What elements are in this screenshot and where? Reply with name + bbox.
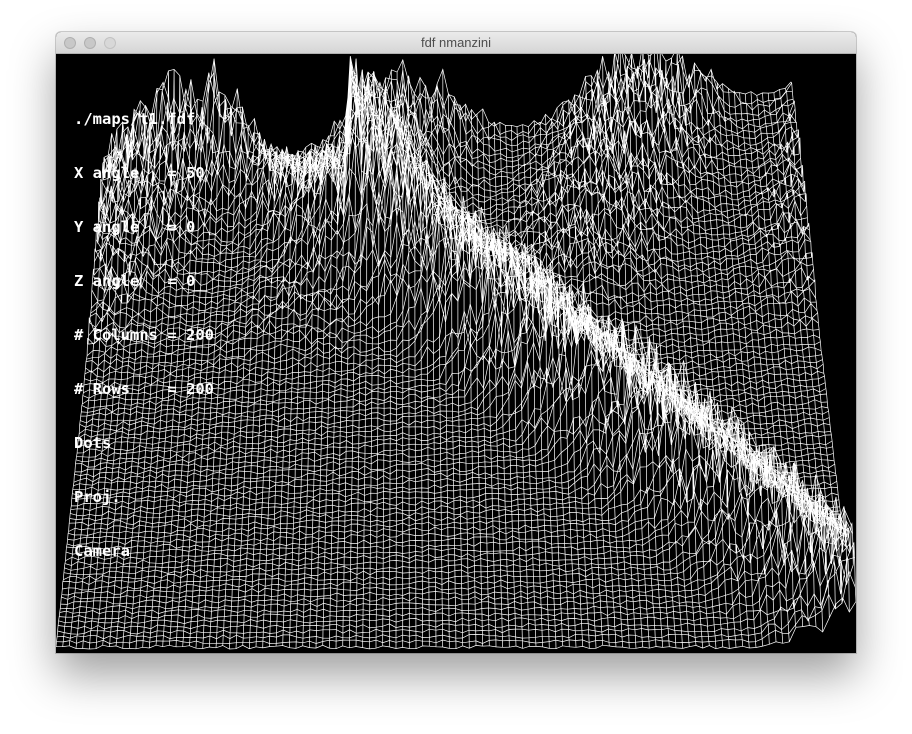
hud-dots: Dots	[74, 434, 112, 452]
hud-rows: # Rows = 200	[74, 380, 214, 398]
hud-projection: Proj.	[74, 488, 121, 506]
hud-file-path: ./maps/t1.fdf	[74, 110, 196, 128]
hud-y-angle: Y angle = 0	[74, 218, 196, 236]
hud-columns: # Columns = 200	[74, 326, 214, 344]
hud-camera: Camera	[74, 542, 130, 560]
title-bar[interactable]: fdf nmanzini	[56, 32, 856, 54]
window-title: fdf nmanzini	[420, 35, 492, 50]
render-canvas[interactable]: ./maps/t1.fdf X angle = 50 Y angle = 0 Z…	[56, 54, 856, 653]
hud-x-angle: X angle = 50	[74, 164, 205, 182]
hud-z-angle: Z angle = 0	[74, 272, 196, 290]
fdf-window: fdf nmanzini ./maps/t1.fdf X angle = 50 …	[56, 32, 856, 653]
info-overlay: ./maps/t1.fdf X angle = 50 Y angle = 0 Z…	[74, 74, 214, 596]
